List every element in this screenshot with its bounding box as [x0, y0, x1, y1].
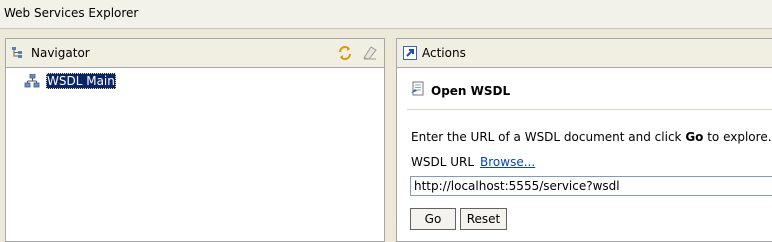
clear-icon[interactable] — [362, 45, 378, 64]
tree-item-label: WSDL Main — [46, 73, 116, 89]
actions-panel: Actions Open WSDL Enter the URL of a WSD… — [396, 38, 772, 242]
refresh-icon[interactable] — [337, 45, 353, 64]
window-titlebar: Web Services Explorer — [0, 0, 772, 29]
instruction-prefix: Enter the URL of a WSDL document and cli… — [411, 130, 686, 144]
wsdl-url-row: WSDL URL Browse... — [411, 155, 535, 169]
navigator-icon — [12, 46, 26, 62]
navigator-header: Navigator — [6, 39, 384, 68]
instruction-suffix: to explore. — [703, 130, 772, 144]
window-title: Web Services Explorer — [4, 6, 139, 20]
instruction-text: Enter the URL of a WSDL document and cli… — [411, 130, 772, 144]
section-title: Open WSDL — [431, 84, 511, 98]
browse-link[interactable]: Browse... — [480, 155, 535, 169]
section-divider — [407, 109, 772, 110]
wsdl-main-icon — [24, 73, 40, 91]
instruction-go: Go — [685, 130, 704, 144]
actions-title: Actions — [422, 46, 466, 60]
reset-button[interactable]: Reset — [460, 208, 507, 230]
wsdl-url-input[interactable] — [410, 176, 772, 196]
actions-header: Actions — [397, 39, 772, 68]
go-button[interactable]: Go — [410, 208, 456, 230]
open-wsdl-icon — [410, 81, 426, 100]
navigator-title: Navigator — [31, 46, 90, 60]
actions-icon — [403, 46, 417, 63]
wsdl-url-label: WSDL URL — [411, 155, 475, 169]
navigator-panel: Navigator WSDL Main — [5, 38, 385, 242]
